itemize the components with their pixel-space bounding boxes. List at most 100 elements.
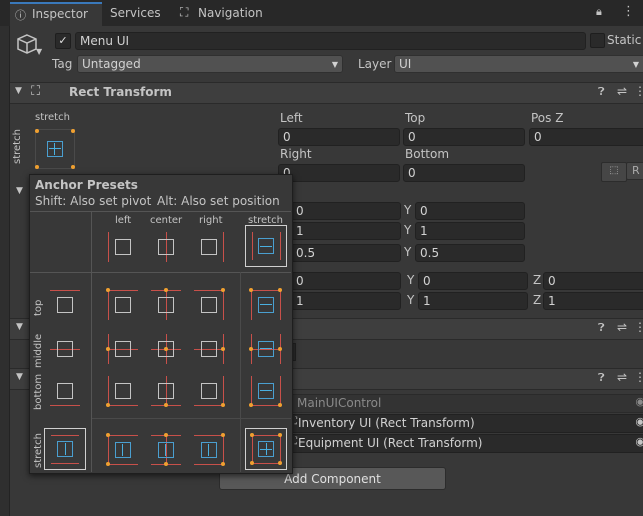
settings-icon[interactable]: ⇌ (617, 84, 627, 98)
bottom-label: Bottom (405, 147, 450, 161)
anchor-dot (278, 433, 282, 437)
active-checkbox[interactable]: ✓ (55, 33, 71, 49)
preset-bottom-right[interactable] (194, 376, 225, 407)
more-icon[interactable]: ⋮ (634, 320, 643, 334)
anchor-presets-hint-shift: Shift: Also set pivot (35, 194, 152, 208)
anchor-presets-hint-alt: Alt: Also set position (157, 194, 280, 208)
tab-navigation[interactable]: ⛶ Navigation (180, 4, 280, 24)
top-field[interactable]: 0 (403, 128, 525, 146)
preset-stretch-center[interactable] (151, 433, 181, 466)
blueprint-mode-button[interactable]: ⬚ (601, 162, 627, 182)
preset-h-left[interactable] (108, 232, 138, 262)
help-icon[interactable]: ❓︎ (598, 321, 605, 335)
anchor-preset-button[interactable] (35, 129, 75, 169)
anchors-collapse-icon[interactable]: ▼ (16, 186, 23, 196)
collapse-arrow-icon[interactable]: ▼ (16, 372, 23, 382)
inventory-ui-text: Inventory UI (Rect Transform) (298, 416, 475, 430)
preset-v-stretch[interactable] (44, 428, 86, 470)
presets-divider-stretch-col (240, 272, 241, 472)
rotation-z-field[interactable]: 0 (543, 272, 643, 290)
col-label-right: right (199, 215, 223, 226)
anchor-dot (278, 288, 282, 292)
row-label-top: top (33, 299, 44, 316)
scale-y-field[interactable]: 1 (418, 292, 528, 310)
preset-h-stretch[interactable] (245, 225, 287, 267)
pivot-y-label: Y (404, 245, 412, 259)
anchor-min-x-field[interactable]: 0 (291, 202, 401, 220)
rotation-y-field[interactable]: 0 (418, 272, 528, 290)
rotation-x-field[interactable]: 0 (291, 272, 401, 290)
preset-middle-right[interactable] (194, 334, 225, 364)
anchor-max-x-field[interactable]: 1 (291, 222, 401, 240)
scale-x-field[interactable]: 1 (291, 292, 401, 310)
more-icon[interactable]: ⋮ (622, 4, 635, 19)
more-icon[interactable]: ⋮ (634, 84, 643, 98)
bottom-field[interactable]: 0 (403, 164, 525, 182)
preset-v-middle[interactable] (50, 334, 80, 364)
object-picker-icon[interactable]: ◉ (635, 415, 643, 428)
layer-dropdown[interactable]: UI ▼ (394, 55, 643, 73)
anchor-dot (278, 403, 282, 407)
preset-h-right[interactable] (194, 232, 224, 262)
pivot-y-field[interactable]: 0.5 (415, 244, 525, 262)
scale-z-field[interactable]: 1 (543, 292, 643, 310)
preset-middle-stretch[interactable] (249, 334, 282, 364)
object-picker-icon[interactable]: ◉ (635, 435, 643, 448)
lock-icon[interactable]: 🔒︎ (596, 5, 602, 19)
object-picker-icon[interactable]: ◉ (635, 395, 643, 408)
preset-top-left[interactable] (106, 288, 138, 320)
posz-field[interactable]: 0 (529, 128, 643, 146)
preset-v-bottom[interactable] (50, 376, 80, 406)
collapse-arrow-icon[interactable]: ▼ (15, 86, 22, 96)
preset-h-center[interactable] (151, 232, 181, 262)
anchor-dot (249, 347, 253, 351)
preset-top-right[interactable] (194, 288, 225, 320)
inventory-ui-field[interactable]: ⛶ Inventory UI (Rect Transform) ◉ (288, 414, 643, 433)
settings-icon[interactable]: ⇌ (617, 370, 627, 384)
scale-z-label: Z (533, 293, 542, 307)
tag-value: Untagged (82, 57, 141, 71)
tab-inspector[interactable]: ⓘ Inspector (10, 2, 102, 26)
preset-stretch-right[interactable] (194, 433, 225, 466)
rotation-z-label: Z (533, 273, 542, 287)
preset-stretch-stretch[interactable] (245, 428, 287, 470)
pivot-x-field[interactable]: 0.5 (291, 244, 401, 262)
preset-top-stretch[interactable] (249, 288, 282, 320)
preset-bottom-stretch[interactable] (249, 376, 282, 407)
tag-label: Tag (52, 57, 73, 71)
collapse-arrow-icon[interactable]: ▼ (16, 322, 23, 332)
preset-top-center[interactable] (151, 288, 181, 320)
static-label: Static (607, 33, 642, 47)
left-field[interactable]: 0 (278, 128, 400, 146)
col-label-left: left (115, 215, 132, 226)
preset-bottom-center[interactable] (151, 376, 181, 407)
raw-edit-button[interactable]: R (626, 162, 643, 180)
preset-stretch-left[interactable] (106, 433, 138, 466)
preset-middle-center[interactable] (151, 334, 181, 364)
equipment-ui-field[interactable]: ⛶ Equipment UI (Rect Transform) ◉ (288, 434, 643, 453)
help-icon[interactable]: ❓︎ (598, 371, 605, 385)
tag-dropdown[interactable]: Untagged ▼ (77, 55, 343, 73)
preset-v-top[interactable] (50, 290, 80, 320)
anchor-max-y-field[interactable]: 1 (415, 222, 525, 240)
anchor-dot (164, 433, 168, 437)
more-icon[interactable]: ⋮ (634, 370, 643, 384)
tab-services[interactable]: Services (110, 6, 161, 20)
object-name-field[interactable]: Menu UI (75, 32, 586, 50)
presets-divider-middle (30, 272, 291, 273)
preset-bottom-left[interactable] (106, 376, 138, 407)
anchor-min-y-label: Y (404, 203, 412, 217)
layer-label: Layer (358, 57, 392, 71)
preset-middle-left[interactable] (106, 334, 138, 364)
settings-icon[interactable]: ⇌ (617, 320, 627, 334)
chevron-down-icon: ▼ (632, 60, 639, 69)
col-label-center: center (150, 215, 183, 226)
right-field[interactable]: 0 (278, 164, 400, 182)
anchor-min-y-field[interactable]: 0 (415, 202, 525, 220)
posz-label: Pos Z (531, 111, 564, 125)
help-icon[interactable]: ❓︎ (598, 85, 605, 99)
script-ref-field: MainUIControl ◉ (288, 394, 643, 413)
gameobject-icon-dropdown[interactable]: ▼ (36, 47, 42, 56)
static-checkbox[interactable] (590, 33, 605, 48)
anchor-dot (221, 288, 225, 292)
